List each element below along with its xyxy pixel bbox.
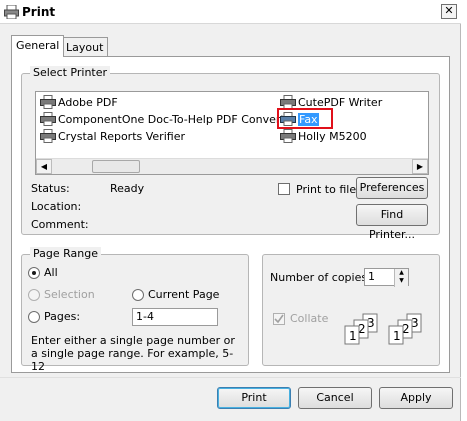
printer-icon xyxy=(4,5,19,19)
all-pages-radio[interactable] xyxy=(28,267,40,279)
close-button[interactable]: ✕ xyxy=(441,4,457,19)
status-value: Ready xyxy=(110,182,145,195)
collate-checkbox[interactable] xyxy=(273,313,285,325)
find-printer-button[interactable]: Find Printer... xyxy=(356,204,428,241)
horizontal-scrollbar[interactable]: ◀ ▶ xyxy=(36,158,428,174)
printer-icon xyxy=(40,129,56,143)
current-page-radio[interactable] xyxy=(132,289,144,301)
tab-layout[interactable]: Layout xyxy=(61,37,109,57)
copies-spinner[interactable]: ▲ ▼ xyxy=(394,269,408,287)
collate-pages-icon: 3 2 1 xyxy=(344,313,378,345)
tab-general[interactable]: General xyxy=(11,35,65,57)
cancel-button[interactable]: Cancel xyxy=(298,387,372,409)
printer-name: Holly M5200 xyxy=(298,129,367,143)
page-range-group: Page Range All Selection Current Page Pa… xyxy=(21,247,249,373)
printer-icon xyxy=(280,95,296,109)
selection-radio[interactable] xyxy=(28,289,40,301)
svg-text:1: 1 xyxy=(349,329,357,343)
copies-group: Number of copies: 1 ▲ ▼ Collate 3 2 1 3 … xyxy=(262,254,440,366)
scroll-right-button[interactable]: ▶ xyxy=(412,159,428,174)
printer-name: CutePDF Writer xyxy=(298,95,383,109)
printer-icon xyxy=(40,95,56,109)
scroll-thumb[interactable] xyxy=(92,160,140,173)
pages-label: Pages: xyxy=(44,310,81,323)
triangle-right-icon: ▶ xyxy=(416,162,424,171)
spin-down-icon[interactable]: ▼ xyxy=(395,277,408,285)
comment-label: Comment: xyxy=(31,218,89,231)
printer-item-adobe-pdf[interactable]: Adobe PDF xyxy=(40,94,118,110)
footer-separator xyxy=(0,377,461,378)
printer-name: ComponentOne Doc-To-Help PDF Converter xyxy=(58,112,297,126)
triangle-left-icon: ◀ xyxy=(40,162,48,171)
printer-item-crystal-reports[interactable]: Crystal Reports Verifier xyxy=(40,128,185,144)
location-label: Location: xyxy=(31,200,82,213)
tab-layout-label: Layout xyxy=(66,41,104,54)
printer-name: Adobe PDF xyxy=(58,95,118,109)
pages-input[interactable]: 1-4 xyxy=(132,308,218,326)
copies-value: 1 xyxy=(368,270,375,283)
copies-input[interactable]: 1 ▲ ▼ xyxy=(364,268,409,287)
close-icon: ✕ xyxy=(444,4,454,17)
selection-label: Selection xyxy=(44,288,95,301)
printer-item-componentone[interactable]: ComponentOne Doc-To-Help PDF Converter xyxy=(40,111,296,127)
page-range-hint: Enter either a single page number or a s… xyxy=(31,334,235,373)
printer-icon xyxy=(40,112,56,126)
spin-up-icon[interactable]: ▲ xyxy=(395,269,408,277)
select-printer-title: Select Printer xyxy=(30,66,111,79)
print-dialog: Print ✕ General Layout Select Printer Ad… xyxy=(0,0,461,421)
preferences-button[interactable]: Preferences xyxy=(356,177,428,199)
scroll-left-button[interactable]: ◀ xyxy=(36,159,52,174)
collate-pages-icon: 3 2 1 xyxy=(388,313,422,345)
print-button[interactable]: Print xyxy=(217,387,291,409)
all-pages-label: All xyxy=(44,266,58,279)
selection-highlight-box xyxy=(277,108,333,129)
checkmark-icon xyxy=(274,314,284,324)
number-of-copies-label: Number of copies: xyxy=(270,271,371,284)
select-printer-group: Select Printer Adobe PDF ComponentOne Do… xyxy=(21,66,440,241)
print-to-file-checkbox[interactable] xyxy=(278,183,290,195)
printer-item-holly[interactable]: Holly M5200 xyxy=(280,128,367,144)
printer-name: Crystal Reports Verifier xyxy=(58,129,185,143)
current-page-label: Current Page xyxy=(148,288,220,301)
print-to-file-label: Print to file xyxy=(296,183,357,196)
title-bar: Print ✕ xyxy=(0,0,461,24)
collate-label: Collate xyxy=(290,312,329,325)
status-label: Status: xyxy=(31,182,70,195)
apply-button[interactable]: Apply xyxy=(379,387,453,409)
printer-list[interactable]: Adobe PDF ComponentOne Doc-To-Help PDF C… xyxy=(35,91,429,175)
general-tab-panel: Select Printer Adobe PDF ComponentOne Do… xyxy=(11,56,450,373)
tab-general-label: General xyxy=(16,39,60,52)
svg-text:1: 1 xyxy=(393,329,401,343)
printer-icon xyxy=(280,129,296,143)
window-title: Print xyxy=(22,5,56,19)
pages-radio[interactable] xyxy=(28,311,40,323)
page-range-title: Page Range xyxy=(30,247,101,260)
